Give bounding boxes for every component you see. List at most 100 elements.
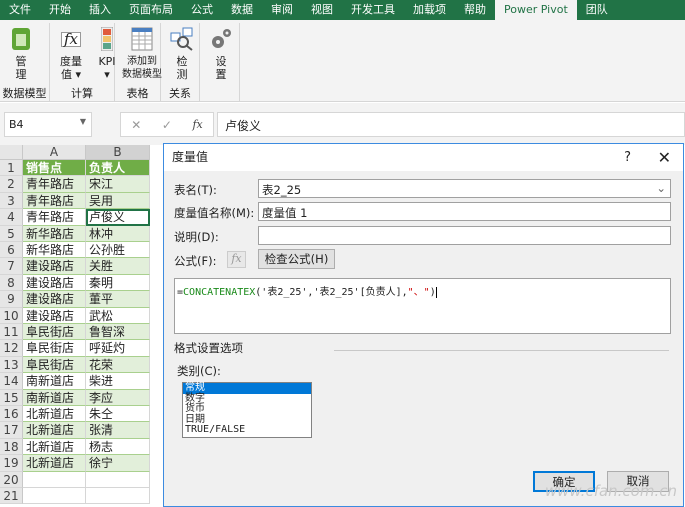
cell[interactable]: 公孙胜 [86, 242, 150, 259]
row-header[interactable]: 8 [0, 274, 23, 292]
cell[interactable]: 董平 [86, 291, 150, 308]
cell[interactable] [86, 488, 150, 505]
cell[interactable] [23, 471, 86, 488]
row-header[interactable]: 2 [0, 176, 23, 193]
name-box[interactable]: B4 ▼ [4, 112, 92, 137]
cell[interactable]: 柴进 [86, 373, 150, 390]
cell[interactable]: 林冲 [86, 225, 150, 242]
tab-8[interactable]: 开发工具 [342, 0, 404, 20]
row-header[interactable]: 13 [0, 356, 23, 374]
column-header-b[interactable]: B [86, 145, 150, 160]
row-header[interactable]: 16 [0, 406, 23, 423]
cell[interactable]: 李应 [86, 389, 150, 406]
cell[interactable]: 朱仝 [86, 406, 150, 423]
description-input[interactable] [258, 226, 671, 245]
row-header[interactable]: 19 [0, 455, 23, 472]
cell[interactable]: 宋江 [86, 176, 150, 193]
tab-9[interactable]: 加载项 [404, 0, 455, 20]
tab-1[interactable]: 开始 [40, 0, 80, 20]
cell[interactable]: 关胜 [86, 258, 150, 275]
formula-editor[interactable]: =CONCATENATEX('表2_25','表2_25'[负责人],"、")​ [174, 278, 671, 334]
cell[interactable]: 建设路店 [23, 258, 86, 275]
tab-10[interactable]: 帮助 [455, 0, 495, 20]
row-header[interactable]: 17 [0, 422, 23, 439]
row-header[interactable]: 12 [0, 340, 23, 357]
cell[interactable]: 青年路店 [23, 209, 86, 226]
enter-icon[interactable]: ✓ [162, 118, 172, 132]
tab-11[interactable]: Power Pivot [495, 0, 577, 20]
cell[interactable] [23, 488, 86, 505]
cell[interactable]: 北新道店 [23, 438, 86, 456]
cell[interactable]: 呼延灼 [86, 340, 150, 357]
help-button[interactable]: ? [624, 144, 631, 171]
cell[interactable]: 青年路店 [23, 192, 86, 210]
row-header[interactable]: 4 [0, 209, 23, 226]
row-header[interactable]: 7 [0, 258, 23, 275]
cell[interactable]: 阜民街店 [23, 340, 86, 357]
tab-2[interactable]: 插入 [80, 0, 120, 20]
row-header[interactable]: 3 [0, 192, 23, 210]
row-header[interactable]: 15 [0, 389, 23, 406]
cell[interactable]: 北新道店 [23, 455, 86, 472]
tab-4[interactable]: 公式 [182, 0, 222, 20]
row-header[interactable]: 10 [0, 307, 23, 324]
cell[interactable]: 销售点 [23, 160, 86, 177]
fx-button[interactable]: fx [227, 251, 246, 268]
tab-12[interactable]: 团队 [577, 0, 617, 20]
row-header[interactable]: 11 [0, 324, 23, 341]
cell[interactable]: 新华路店 [23, 242, 86, 259]
cell[interactable]: 北新道店 [23, 406, 86, 423]
settings-button[interactable]: 设 置 [203, 23, 239, 101]
cell[interactable]: 新华路店 [23, 225, 86, 242]
row-header[interactable]: 9 [0, 291, 23, 308]
settings-label: 设 置 [215, 55, 227, 81]
cell[interactable]: 阜民街店 [23, 356, 86, 374]
tab-6[interactable]: 审阅 [262, 0, 302, 20]
row-header[interactable]: 5 [0, 225, 23, 242]
row-header[interactable]: 18 [0, 438, 23, 456]
measure-name-input[interactable]: 度量值 1 [258, 202, 671, 221]
cell[interactable]: 杨志 [86, 438, 150, 456]
tab-5[interactable]: 数据 [222, 0, 262, 20]
tab-0[interactable]: 文件 [0, 0, 40, 20]
category-option[interactable]: 货币 [183, 403, 311, 415]
insert-function-icon[interactable]: fx [192, 118, 202, 131]
table-row: 4 青年路店 卢俊义 [0, 209, 160, 226]
cell[interactable]: 阜民街店 [23, 324, 86, 341]
cell[interactable] [86, 471, 150, 488]
row-header[interactable]: 21 [0, 488, 23, 505]
tab-3[interactable]: 页面布局 [120, 0, 182, 20]
cell[interactable]: 建设路店 [23, 291, 86, 308]
formula-input[interactable]: 卢俊义 [217, 112, 685, 137]
row-header[interactable]: 20 [0, 471, 23, 488]
category-option[interactable]: 常规 [183, 382, 311, 394]
cell[interactable]: 建设路店 [23, 274, 86, 292]
cell[interactable]: 北新道店 [23, 422, 86, 439]
table-name-select[interactable]: 表2_25 ⌄ [258, 179, 671, 198]
cell[interactable]: 南新道店 [23, 373, 86, 390]
category-listbox[interactable]: 常规 数字 货币 日期 TRUE/FALSE [182, 382, 312, 438]
cell[interactable]: 张清 [86, 422, 150, 439]
check-formula-button[interactable]: 检查公式(H) [258, 249, 335, 269]
cell[interactable]: 花荣 [86, 356, 150, 374]
select-all-corner[interactable] [0, 145, 23, 160]
table-name-label: 表名(T): [174, 183, 217, 197]
cell[interactable]: 负责人 [86, 160, 150, 177]
cancel-icon[interactable]: ✕ [131, 118, 141, 132]
cell[interactable]: 武松 [86, 307, 150, 324]
cell[interactable]: 鲁智深 [86, 324, 150, 341]
cell[interactable]: 卢俊义 [86, 209, 150, 226]
cell[interactable]: 秦明 [86, 274, 150, 292]
cell[interactable]: 南新道店 [23, 389, 86, 406]
column-header-a[interactable]: A [23, 145, 86, 160]
row-header[interactable]: 14 [0, 373, 23, 390]
cell[interactable]: 青年路店 [23, 176, 86, 193]
row-header[interactable]: 1 [0, 160, 23, 177]
row-header[interactable]: 6 [0, 242, 23, 259]
category-option[interactable]: TRUE/FALSE [183, 424, 311, 436]
close-button[interactable]: ✕ [658, 144, 671, 171]
tab-7[interactable]: 视图 [302, 0, 342, 20]
cell[interactable]: 吴用 [86, 192, 150, 210]
cell[interactable]: 徐宁 [86, 455, 150, 472]
cell[interactable]: 建设路店 [23, 307, 86, 324]
